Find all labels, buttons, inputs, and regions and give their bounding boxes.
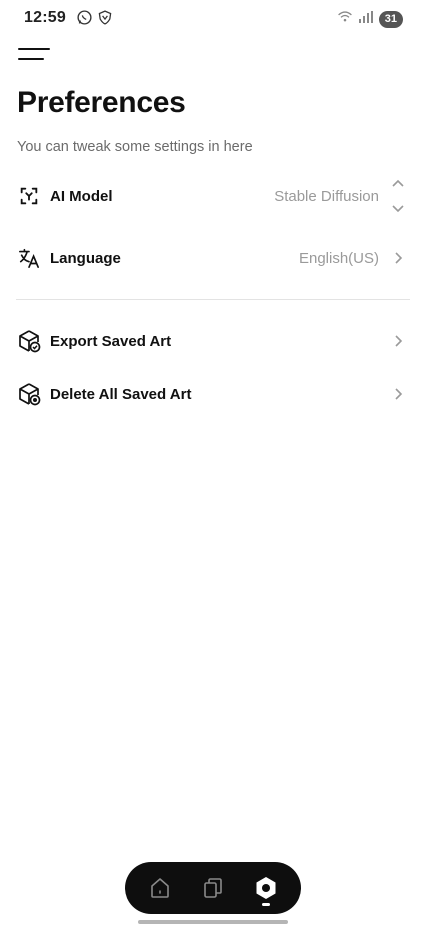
page-title: Preferences	[17, 86, 186, 119]
language-row[interactable]: Language English(US)	[0, 236, 425, 280]
status-bar: 12:59 31	[0, 0, 425, 36]
divider	[16, 299, 410, 300]
status-right-icons: 31	[337, 10, 403, 28]
signal-icon	[358, 10, 373, 28]
nav-active-indicator	[262, 903, 271, 906]
chevron-down-icon	[392, 205, 404, 213]
settings-hex-icon	[256, 877, 276, 899]
nav-gallery[interactable]	[191, 866, 235, 910]
translate-icon	[17, 246, 41, 270]
gallery-icon	[204, 878, 222, 898]
status-time: 12:59	[24, 9, 66, 26]
vpn-shield-icon	[97, 9, 113, 31]
whatsapp-icon	[76, 9, 93, 31]
chevron-up-icon	[392, 179, 404, 187]
hamburger-menu-icon-line	[18, 58, 44, 60]
box-check-icon	[17, 329, 41, 353]
language-value: English(US)	[298, 249, 379, 267]
chevron-right-icon	[391, 334, 405, 348]
nav-home[interactable]	[138, 866, 182, 910]
page-subtitle: You can tweak some settings in here	[17, 139, 253, 155]
bottom-nav	[125, 862, 301, 914]
ai-model-icon	[17, 184, 41, 208]
ai-model-value: Stable Diffusion	[274, 187, 379, 205]
menu-button[interactable]	[14, 42, 54, 66]
chevron-right-icon	[391, 387, 405, 401]
delete-all-saved-art-label: Delete All Saved Art	[50, 385, 192, 403]
box-delete-icon	[17, 382, 41, 406]
chevron-right-icon	[391, 251, 405, 265]
ai-model-stepper[interactable]	[390, 179, 406, 213]
wifi-icon	[337, 10, 353, 28]
status-left-icons	[76, 9, 113, 31]
battery-icon: 31	[378, 10, 403, 28]
home-indicator[interactable]	[138, 920, 288, 924]
nav-settings[interactable]	[244, 866, 288, 910]
export-saved-art-row[interactable]: Export Saved Art	[0, 319, 425, 363]
delete-all-saved-art-row[interactable]: Delete All Saved Art	[0, 372, 425, 416]
hamburger-menu-icon	[18, 48, 50, 50]
ai-model-row[interactable]: AI Model Stable Diffusion	[0, 174, 425, 218]
language-label: Language	[50, 249, 121, 267]
export-saved-art-label: Export Saved Art	[50, 332, 172, 350]
ai-model-label: AI Model	[50, 187, 113, 205]
home-icon	[150, 878, 169, 898]
